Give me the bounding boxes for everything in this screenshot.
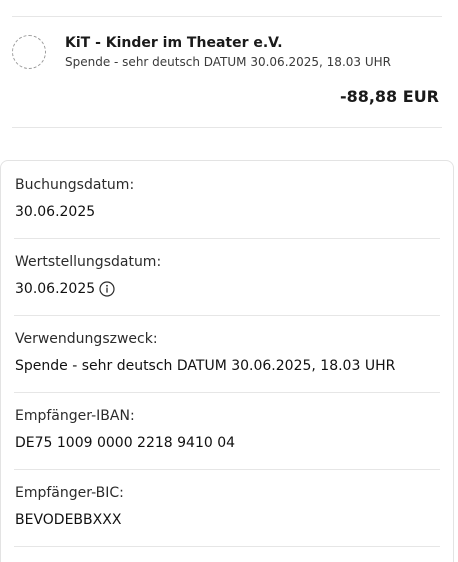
value-date-value: 30.06.2025: [15, 281, 115, 297]
detail-row-value-date: Wertstellungsdatum: 30.06.2025: [14, 238, 440, 316]
bic-value: BEVODEBBXXX: [15, 512, 121, 528]
bic-label: Empfänger-BIC:: [15, 485, 124, 501]
booking-date-value: 30.06.2025: [15, 204, 95, 220]
transaction-header: KiT - Kinder im Theater e.V. Spende - se…: [12, 17, 442, 128]
details-card: Buchungsdatum: 30.06.2025 Wertstellungsd…: [0, 160, 454, 562]
iban-text: DE75 1009 0000 2218 9410 04: [15, 435, 236, 451]
detail-row-bic: Empfänger-BIC: BEVODEBBXXX: [14, 469, 440, 547]
bic-text: BEVODEBBXXX: [15, 512, 122, 528]
booking-date-text: 30.06.2025: [15, 204, 96, 220]
transaction-subtitle: Spende - sehr deutsch DATUM 30.06.2025, …: [65, 55, 391, 69]
info-icon[interactable]: [99, 281, 115, 297]
merchant-name: KiT - Kinder im Theater e.V.: [65, 35, 283, 51]
detail-row-purpose: Verwendungszweck: Spende - sehr deutsch …: [14, 315, 440, 393]
value-date-label: Wertstellungsdatum:: [15, 254, 162, 270]
purpose-label: Verwendungszweck:: [15, 331, 158, 347]
purpose-value: Spende - sehr deutsch DATUM 30.06.2025, …: [15, 358, 395, 374]
iban-value: DE75 1009 0000 2218 9410 04: [15, 435, 235, 451]
value-date-text: 30.06.2025: [15, 281, 96, 297]
merchant-avatar: [12, 35, 46, 69]
iban-label: Empfänger-IBAN:: [15, 408, 135, 424]
detail-row-iban: Empfänger-IBAN: DE75 1009 0000 2218 9410…: [14, 392, 440, 470]
purpose-text: Spende - sehr deutsch DATUM 30.06.2025, …: [15, 358, 396, 374]
booking-date-label: Buchungsdatum:: [15, 177, 135, 193]
transaction-detail-page: KiT - Kinder im Theater e.V. Spende - se…: [0, 0, 458, 562]
transaction-amount: -88,88 EUR: [339, 87, 439, 106]
detail-row-booking-date: Buchungsdatum: 30.06.2025: [14, 161, 440, 239]
